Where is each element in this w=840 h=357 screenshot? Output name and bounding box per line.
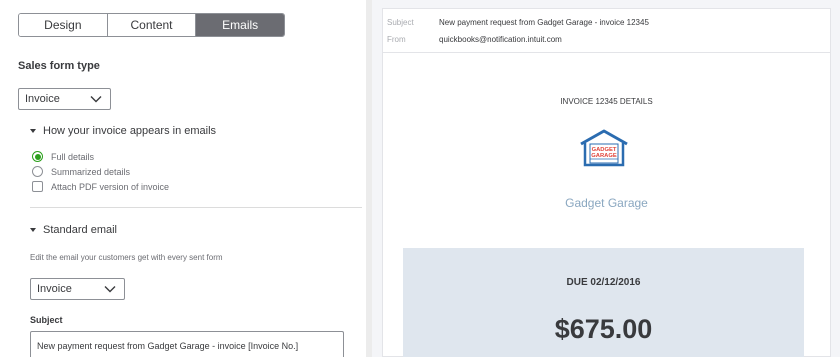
appearance-collapser[interactable]: How your invoice appears in emails [30, 125, 216, 137]
tab-emails[interactable]: Emails [196, 14, 284, 36]
chevron-down-icon [90, 96, 102, 103]
sales-form-type-value: Invoice [25, 93, 60, 105]
email-from-value: quickbooks@notification.intuit.com [439, 35, 562, 44]
standard-email-collapser[interactable]: Standard email [30, 224, 117, 236]
tab-content[interactable]: Content [107, 14, 197, 36]
email-subject-value: New payment request from Gadget Garage -… [439, 18, 649, 27]
attach-pdf-option[interactable]: Attach PDF version of invoice [32, 181, 169, 192]
subject-label: Subject [30, 315, 63, 325]
amount-due: $675.00 [554, 314, 653, 344]
email-subject-label: Subject [387, 18, 414, 27]
appearance-heading: How your invoice appears in emails [43, 125, 217, 137]
company-name: Gadget Garage [565, 196, 648, 210]
attach-pdf-checkbox[interactable] [32, 181, 43, 192]
chevron-down-icon [104, 286, 116, 293]
summarized-details-option[interactable]: Summarized details [32, 166, 130, 177]
full-details-option[interactable]: Full details [32, 151, 94, 162]
logo-text-line2: GARAGE [591, 153, 617, 159]
caret-down-icon [30, 129, 36, 133]
customize-tabs: Design Content Emails [18, 13, 285, 37]
email-from-label: From [387, 35, 406, 44]
attach-pdf-label: Attach PDF version of invoice [51, 181, 170, 192]
invoice-details-heading: INVOICE 12345 DETAILS [560, 97, 653, 106]
email-header: Subject New payment request from Gadget … [382, 8, 831, 53]
full-details-label: Full details [51, 151, 95, 162]
summarized-details-label: Summarized details [51, 166, 131, 177]
sales-form-type-title: Sales form type [18, 60, 100, 72]
summarized-details-radio[interactable] [32, 166, 43, 177]
full-details-radio[interactable] [32, 151, 43, 162]
email-form-type-value: Invoice [37, 283, 72, 295]
email-form-type-select[interactable]: Invoice [30, 278, 125, 300]
subject-input[interactable]: New payment request from Gadget Garage -… [30, 331, 344, 357]
section-divider [30, 207, 362, 208]
due-date-label: DUE 02/12/2016 [566, 277, 641, 288]
caret-down-icon [30, 228, 36, 232]
tab-design[interactable]: Design [19, 14, 108, 36]
email-preview-panel: Subject New payment request from Gadget … [372, 0, 840, 357]
settings-panel: Design Content Emails Sales form type In… [0, 0, 372, 357]
standard-email-heading: Standard email [43, 224, 117, 236]
gadget-garage-logo: GADGET GARAGE [580, 129, 628, 167]
standard-email-help: Edit the email your customers get with e… [30, 253, 223, 262]
due-summary-card: DUE 02/12/2016 $675.00 [403, 248, 804, 357]
email-body: INVOICE 12345 DETAILS GADGET GARAGE Gadg… [382, 52, 831, 357]
sales-form-type-select[interactable]: Invoice [18, 88, 111, 110]
